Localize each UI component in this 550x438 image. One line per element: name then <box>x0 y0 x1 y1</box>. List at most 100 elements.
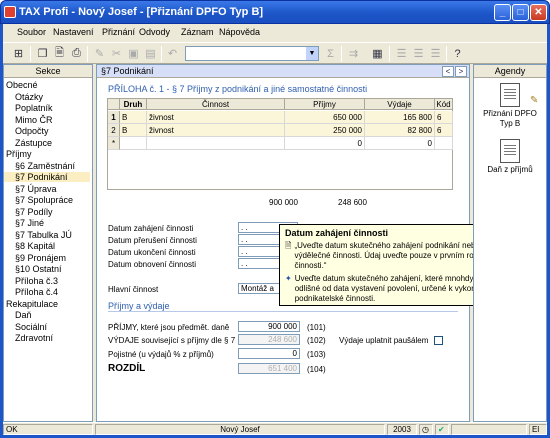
table-row[interactable]: 2 B živnost 250 000 82 800 6 <box>108 124 453 137</box>
agenda-header: Agendy <box>474 65 546 78</box>
cell-vydaje[interactable]: 82 800 <box>365 124 435 137</box>
sidebar-item[interactable]: Příjmy <box>6 149 32 159</box>
difference-label: ROZDÍL <box>108 363 146 374</box>
new-icon[interactable]: ⊞ <box>11 46 26 61</box>
minimize-button[interactable]: _ <box>494 4 511 21</box>
title-bar: TAX Profi - Nový Josef - [Přiznání DPFO … <box>0 0 550 24</box>
sidebar-item[interactable]: Rekapitulace <box>6 299 58 309</box>
table-row-new[interactable]: * 0 0 <box>108 137 453 150</box>
preview-icon[interactable]: 🗎 <box>52 46 67 61</box>
sidebar-item[interactable]: Mimo ČR <box>15 115 53 125</box>
sidebar-item[interactable]: §6 Zaměstnání <box>15 161 75 171</box>
copy-icon[interactable]: ❐ <box>35 46 50 61</box>
sections-header: Sekce <box>4 65 92 78</box>
cell-druh[interactable]: B <box>120 111 147 124</box>
date-pause-label: Datum přerušení činnosti <box>108 236 197 245</box>
table-row[interactable]: 1 B živnost 650 000 165 800 6 <box>108 111 453 124</box>
cell-cinnost[interactable]: živnost <box>147 111 285 124</box>
menu-zaznam[interactable]: Záznam <box>181 27 214 37</box>
agenda-item-dpfo[interactable]: Přiznání DPFO Typ B <box>477 83 543 129</box>
maximize-button[interactable]: □ <box>512 4 529 21</box>
flat-rate-checkbox[interactable] <box>434 336 443 345</box>
cell-vydaje[interactable]: 165 800 <box>365 111 435 124</box>
sidebar-item[interactable]: §7 Podnikání <box>4 172 90 182</box>
sidebar-item[interactable]: §7 Úprava <box>15 184 57 194</box>
undo-icon[interactable]: ↶ <box>165 46 180 61</box>
menu-odvody[interactable]: Odvody <box>139 27 170 37</box>
income-input[interactable]: 900 000 <box>238 321 300 332</box>
sidebar-item[interactable]: Příloha č.4 <box>15 287 58 297</box>
cell-druh[interactable]: B <box>120 124 147 137</box>
agenda-item-dan[interactable]: Daň z příjmů <box>477 139 543 175</box>
toolbar-separator <box>161 46 162 62</box>
menu-priznani[interactable]: Přiznání <box>102 27 135 37</box>
cut-icon[interactable]: ✂ <box>109 46 124 61</box>
income-label: PŘÍJMY, které jsou předmět. daně <box>108 323 230 332</box>
list-icon-1[interactable]: ☰ <box>394 46 409 61</box>
cell-vydaje[interactable]: 0 <box>365 137 435 150</box>
income-code: (101) <box>307 323 326 332</box>
toolbar-separator <box>30 46 31 62</box>
sidebar-item[interactable]: §7 Spolupráce <box>15 195 73 205</box>
expenses-input[interactable]: 248 600 <box>238 334 300 345</box>
help-icon[interactable]: ? <box>450 46 465 61</box>
insurance-input[interactable]: 0 <box>238 348 300 359</box>
cell-prijmy[interactable]: 650 000 <box>285 111 365 124</box>
sidebar-item[interactable]: §8 Kapitál <box>15 241 55 251</box>
status-bar: OK Nový Josef 2003 ◷ ✔ El <box>3 422 547 435</box>
menu-napoveda[interactable]: Nápověda <box>219 27 260 37</box>
sidebar-item[interactable]: Příloha č.3 <box>15 276 58 286</box>
sidebar-item[interactable]: Sociální <box>15 322 47 332</box>
sidebar-item[interactable]: §10 Ostatní <box>15 264 62 274</box>
tool-icon[interactable]: ✎ <box>92 46 107 61</box>
sidebar-item[interactable]: §7 Jiné <box>15 218 44 228</box>
disk-icon[interactable]: ▤ <box>143 46 158 61</box>
menu-bar: Soubor Nastavení Přiznání Odvody Záznam … <box>3 24 547 42</box>
print-icon[interactable]: ⎙ <box>69 46 84 61</box>
sidebar-item[interactable]: Zdravotní <box>15 333 53 343</box>
sidebar-item[interactable]: §7 Tabulka JÚ <box>15 230 72 240</box>
table-header-druh: Druh <box>120 99 147 110</box>
toolbar-combo[interactable]: ▼ <box>185 46 319 61</box>
menu-nastaveni[interactable]: Nastavení <box>53 27 94 37</box>
flat-rate-label: Výdaje uplatnit paušálem <box>339 336 429 345</box>
sidebar-item[interactable]: Poplatník <box>15 103 53 113</box>
info-icon: ✦ <box>285 274 292 283</box>
status-check-icon: ✔ <box>435 424 449 435</box>
table-header-kod: Kód <box>435 99 453 110</box>
list-icon-3[interactable]: ☰ <box>428 46 443 61</box>
status-left: OK <box>3 424 93 435</box>
cell-kod[interactable]: 6 <box>435 124 453 137</box>
cell-prijmy[interactable]: 0 <box>285 137 365 150</box>
toolbar-separator <box>389 46 390 62</box>
window-title: TAX Profi - Nový Josef - [Přiznání DPFO … <box>19 6 264 18</box>
cell-cinnost[interactable] <box>147 137 285 150</box>
list-icon-2[interactable]: ☰ <box>411 46 426 61</box>
cell-kod[interactable]: 6 <box>435 111 453 124</box>
save-icon[interactable]: ▣ <box>126 46 141 61</box>
sidebar-item[interactable]: Obecné <box>6 80 38 90</box>
prev-section-button[interactable]: < <box>442 66 454 77</box>
close-button[interactable]: ✕ <box>530 4 547 21</box>
sidebar-item[interactable]: Odpočty <box>15 126 49 136</box>
sidebar-item[interactable]: Daň <box>15 310 32 320</box>
row-number: 2 <box>108 124 120 137</box>
export-icon[interactable]: ⇉ <box>346 46 361 61</box>
calculator-icon[interactable]: ▦ <box>370 46 385 61</box>
cell-cinnost[interactable]: živnost <box>147 124 285 137</box>
next-section-button[interactable]: > <box>455 66 467 77</box>
cell-druh[interactable] <box>120 137 147 150</box>
table-header-vydaje: Výdaje <box>365 99 435 110</box>
sigma-icon[interactable]: Σ <box>323 46 338 61</box>
sidebar-item[interactable]: §7 Podíly <box>15 207 53 217</box>
document-icon <box>500 139 520 163</box>
cell-prijmy[interactable]: 250 000 <box>285 124 365 137</box>
chevron-down-icon[interactable]: ▼ <box>306 47 318 60</box>
sidebar-item[interactable]: Zástupce <box>15 138 52 148</box>
cell-kod[interactable] <box>435 137 453 150</box>
menu-soubor[interactable]: Soubor <box>17 27 46 37</box>
sidebar-item[interactable]: §9 Pronájem <box>15 253 66 263</box>
difference-value: 651 400 <box>238 363 300 374</box>
note-icon: 🗎 <box>285 241 292 250</box>
sidebar-item[interactable]: Otázky <box>15 92 43 102</box>
